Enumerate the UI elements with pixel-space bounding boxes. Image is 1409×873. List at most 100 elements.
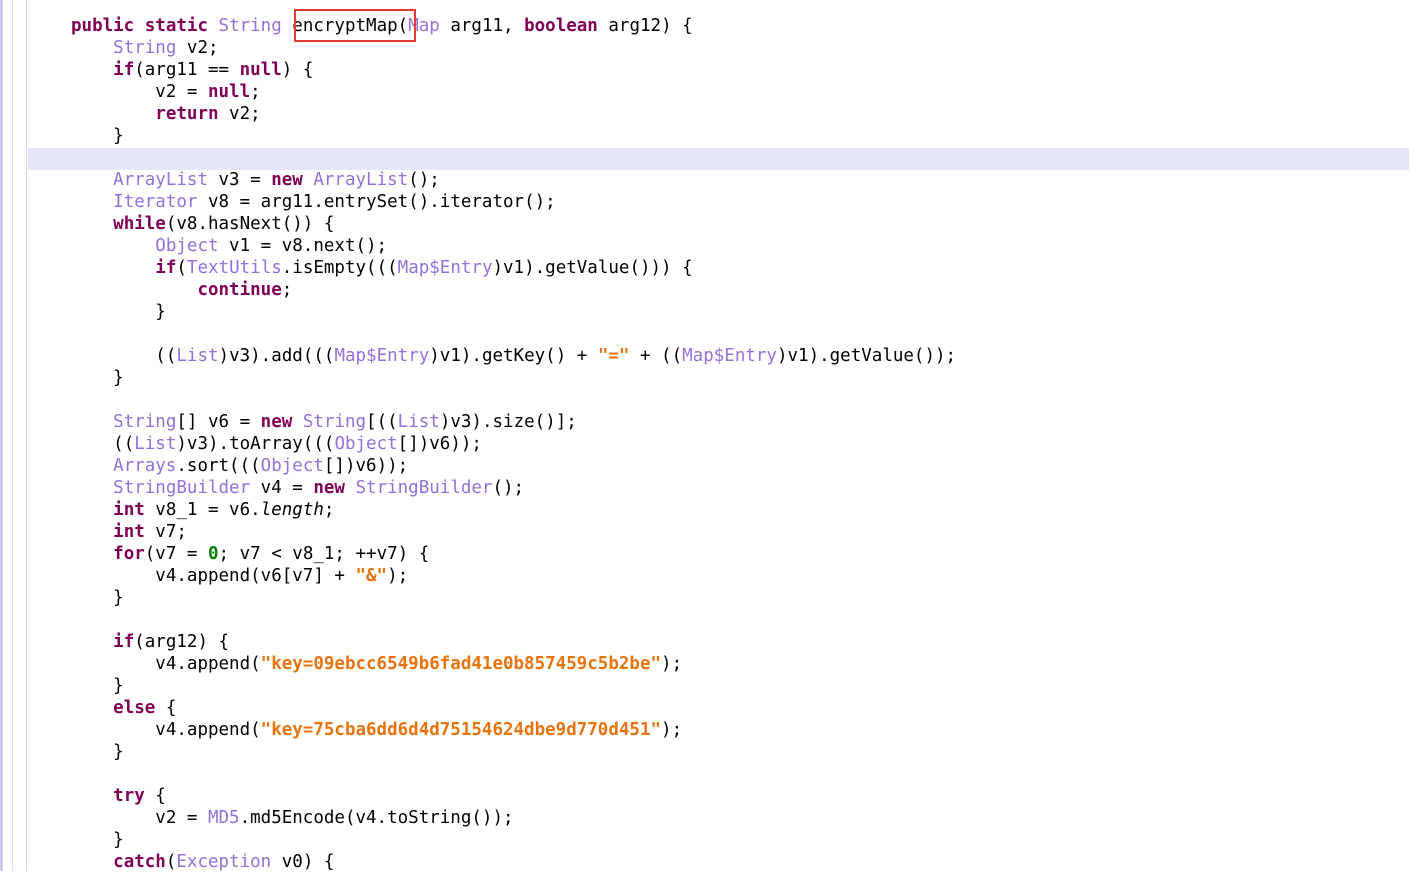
code-line[interactable]: catch(Exception v0) { — [71, 851, 1409, 873]
type-token: Iterator — [113, 192, 198, 212]
code-line[interactable]: String[] v6 = new String[((List)v3).size… — [71, 411, 1409, 433]
code-line[interactable]: continue; — [71, 279, 1409, 301]
code-token: v4 = — [250, 478, 314, 498]
code-line[interactable]: int v8_1 = v6.length; — [71, 499, 1409, 521]
code-token: } — [113, 742, 124, 762]
type-token: List — [397, 412, 440, 432]
code-line[interactable]: Object v1 = v8.next(); — [71, 235, 1409, 257]
code-line[interactable]: } — [71, 829, 1409, 851]
code-line[interactable]: else { — [71, 697, 1409, 719]
code-token: .md5Encode(v4.toString()); — [239, 808, 514, 828]
code-line[interactable]: ((List)v3).toArray(((Object[])v6)); — [71, 433, 1409, 455]
code-line[interactable]: Iterator v8 = arg11.entrySet().iterator(… — [71, 191, 1409, 213]
code-line[interactable]: if(arg11 == null) { — [71, 59, 1409, 81]
code-line[interactable]: try { — [71, 785, 1409, 807]
editor-gutter-divider-2 — [26, 0, 27, 871]
keyword-token: return — [155, 104, 219, 124]
code-line[interactable] — [71, 763, 1409, 785]
code-line[interactable]: return v2; — [71, 103, 1409, 125]
code-line[interactable]: String v2; — [71, 37, 1409, 59]
code-line[interactable]: public static String encryptMap(Map arg1… — [71, 15, 1409, 37]
code-token: ( — [165, 852, 177, 872]
code-token: (( — [155, 346, 177, 366]
type-token: String — [218, 16, 282, 36]
code-line[interactable]: ArrayList v3 = new ArrayList(); — [71, 169, 1409, 191]
type-token: Object — [155, 236, 219, 256]
code-token: v8 = arg11.entrySet().iterator(); — [197, 192, 556, 212]
code-token: ; — [323, 500, 335, 520]
code-token: [])v6)); — [397, 434, 482, 454]
keyword-token: int — [113, 522, 145, 542]
code-line[interactable]: } — [71, 675, 1409, 697]
keyword-token: try — [113, 786, 145, 806]
type-token: String — [113, 412, 177, 432]
code-token: v2 = — [155, 82, 208, 102]
code-line[interactable]: StringBuilder v4 = new StringBuilder(); — [71, 477, 1409, 499]
code-token: ; v7 < v8_1; ++v7) { — [218, 544, 430, 564]
code-token: v4.append(v6[v7] + — [155, 566, 356, 586]
code-line[interactable]: int v7; — [71, 521, 1409, 543]
type-token: Map$Entry — [682, 346, 777, 366]
type-token: TextUtils — [186, 258, 282, 278]
code-token: (); — [492, 478, 525, 498]
keyword-token: for — [113, 544, 145, 564]
code-token: )v1).getValue())) { — [492, 258, 693, 278]
code-line[interactable] — [71, 609, 1409, 631]
code-token: { — [144, 786, 166, 806]
code-line[interactable]: for(v7 = 0; v7 < v8_1; ++v7) { — [71, 543, 1409, 565]
code-line[interactable]: while(v8.hasNext()) { — [71, 213, 1409, 235]
string-literal: "&" — [355, 566, 388, 586]
code-line[interactable] — [71, 323, 1409, 345]
keyword-token: catch — [113, 852, 166, 872]
keyword-token: continue — [197, 280, 282, 300]
type-token: List — [134, 434, 177, 454]
code-token: arg12) { — [597, 16, 693, 36]
code-line[interactable] — [71, 147, 1409, 169]
code-line[interactable]: v2 = null; — [71, 81, 1409, 103]
keyword-token: static — [144, 16, 208, 36]
code-line[interactable]: } — [71, 741, 1409, 763]
code-line[interactable]: v4.append(v6[v7] + "&"); — [71, 565, 1409, 587]
keyword-token: new — [260, 412, 293, 432]
type-token: String — [113, 38, 177, 58]
code-line[interactable]: if(TextUtils.isEmpty(((Map$Entry)v1).get… — [71, 257, 1409, 279]
code-line[interactable]: Arrays.sort(((Object[])v6)); — [71, 455, 1409, 477]
code-token: .isEmpty((( — [281, 258, 398, 278]
string-literal: "key=75cba6dd6d4d75154624dbe9d770d451" — [260, 720, 662, 740]
code-line[interactable]: v4.append("key=09ebcc6549b6fad41e0b85745… — [71, 653, 1409, 675]
code-token: v2 = — [155, 808, 208, 828]
code-token: v0) { — [271, 852, 335, 872]
code-token: (arg11 == — [134, 60, 240, 80]
keyword-token: while — [113, 214, 166, 234]
code-line[interactable]: } — [71, 125, 1409, 147]
code-line[interactable]: v4.append("key=75cba6dd6d4d75154624dbe9d… — [71, 719, 1409, 741]
editor-left-border — [0, 0, 3, 871]
code-line[interactable]: ((List)v3).add(((Map$Entry)v1).getKey() … — [71, 345, 1409, 367]
code-line[interactable] — [71, 389, 1409, 411]
code-line[interactable]: v2 = MD5.md5Encode(v4.toString()); — [71, 807, 1409, 829]
code-line[interactable]: } — [71, 301, 1409, 323]
field-token: length — [260, 500, 324, 520]
code-line[interactable]: if(arg12) { — [71, 631, 1409, 653]
keyword-token: new — [271, 170, 303, 190]
code-token: )v3).toArray((( — [176, 434, 335, 454]
code-token: .sort((( — [176, 456, 261, 476]
code-editor[interactable]: public static String encryptMap(Map arg1… — [71, 15, 1409, 873]
code-token: v2; — [218, 104, 261, 124]
code-line[interactable]: } — [71, 587, 1409, 609]
code-line[interactable]: } — [71, 367, 1409, 389]
